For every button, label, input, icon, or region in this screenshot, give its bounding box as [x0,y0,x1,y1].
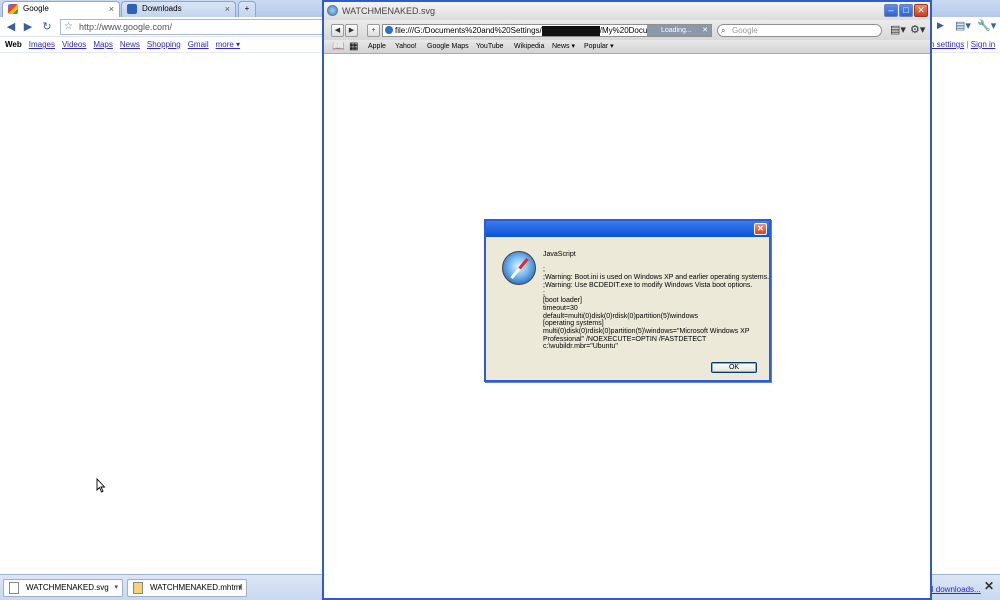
search-settings-link[interactable]: h settings [930,40,964,49]
reload-button[interactable]: ↻ [38,17,56,37]
globe-icon [385,26,393,34]
safari-compass-icon [502,251,536,285]
forward-arrow-icon[interactable]: ▶ [937,20,944,31]
stop-loading-icon[interactable]: ✕ [702,25,708,36]
page-menu-icon[interactable]: ▤▾ [955,19,971,32]
nav-shopping[interactable]: Shopping [147,40,181,49]
url-suffix: /My%20Docum [599,26,654,35]
close-tab-icon[interactable]: × [225,2,230,16]
nav-web[interactable]: Web [5,40,22,49]
show-all-downloads-link[interactable]: ll downloads... [930,585,981,594]
download-item[interactable]: WATCHMENAKED.mhtml ▾ [127,579,247,597]
book-icon[interactable]: 📖 [332,40,344,54]
sign-in-link[interactable]: Sign in [971,40,995,49]
address-bar[interactable]: file:///G:/Documents%20and%20Settings/ /M… [382,24,712,37]
nav-images[interactable]: Images [29,40,55,49]
dropdown-arrow-icon[interactable]: ▾ [114,580,118,596]
loading-label: Loading... [661,27,692,34]
forward-arrow-icon: ▶ [23,21,33,33]
close-shelf-icon[interactable]: ✕ [984,579,994,593]
nav-videos[interactable]: Videos [62,40,86,49]
wrench-menu-icon[interactable]: 🔧▾ [977,19,996,32]
dialog-body: ; ;Warning: Boot.ini is used on Windows … [543,266,770,351]
safari-title-bar: WATCHMENAKED.svg – □ ✕ [324,2,930,20]
bookmark-youtube[interactable]: YouTube [476,40,504,54]
search-placeholder: Google [732,26,758,35]
google-favicon-icon [8,4,18,14]
omnibox[interactable]: ☆ http://www.google.com/ [60,19,330,35]
star-icon[interactable]: ☆ [64,20,73,34]
nav-maps[interactable]: Maps [93,40,113,49]
new-tab-button[interactable]: + [238,1,256,17]
bookmark-popular[interactable]: Popular ▾ [584,40,614,54]
safari-toolbar: ◀ ▶ + file:///G:/Documents%20and%20Setti… [324,20,930,40]
forward-button[interactable]: ▶ [19,17,37,37]
forward-arrow-icon: ▶ [348,27,355,34]
gear-icon[interactable]: ⚙▾ [910,23,925,36]
bookmark-yahoo[interactable]: Yahoo! [395,40,417,54]
tab-downloads[interactable]: Downloads × [121,1,236,17]
back-arrow-icon: ◀ [334,27,341,34]
dialog-title-bar: ✕ [486,221,769,237]
tab-label: Google [23,4,49,13]
back-button[interactable]: ◀ [331,24,344,37]
google-right-links: h settings | Sign in [930,38,995,52]
add-bookmark-button[interactable]: + [367,24,380,37]
downloads-favicon-icon [127,4,137,14]
close-window-button[interactable]: ✕ [914,4,928,17]
download-item[interactable]: WATCHMENAKED.svg ▾ [3,579,123,597]
file-icon [9,582,19,594]
plus-icon: + [371,27,376,34]
tab-google[interactable]: Google × [2,1,120,17]
loading-indicator: Loading... ✕ [647,25,711,36]
window-title: WATCHMENAKED.svg [342,6,436,16]
nav-news[interactable]: News [120,40,140,49]
grid-icon[interactable]: ▦ [349,40,358,54]
maximize-button[interactable]: □ [899,4,913,17]
javascript-alert-dialog: ✕ JavaScript ; ;Warning: Boot.ini is use… [484,219,771,382]
dropdown-arrow-icon[interactable]: ▾ [238,580,242,596]
page-menu-icon[interactable]: ▤▾ [890,23,906,36]
google-nav-bar: Web Images Videos Maps News Shopping Gmail more… [0,38,330,52]
bookmark-google-maps[interactable]: Google Maps [427,40,469,54]
bookmark-wikipedia[interactable]: Wikipedia [514,40,544,54]
link-separator: | [966,40,969,49]
bookmarks-bar: 📖 ▦ Apple Yahoo! Google Maps YouTube Wik… [324,40,930,54]
search-icon: ⌕ [721,26,726,35]
back-arrow-icon: ◀ [6,21,16,33]
close-tab-icon[interactable]: × [109,2,114,16]
back-button[interactable]: ◀ [2,17,20,37]
nav-more[interactable]: more ▾ [216,40,240,49]
url-prefix: file:///G:/Documents%20and%20Settings/ [395,26,542,35]
search-field[interactable]: ⌕ Google [717,24,882,37]
ok-button[interactable]: OK [711,362,757,373]
tab-label: Downloads [142,4,182,13]
nav-gmail[interactable]: Gmail [188,40,209,49]
download-filename: WATCHMENAKED.svg [26,583,109,592]
close-dialog-button[interactable]: ✕ [754,223,767,235]
dialog-heading: JavaScript [543,251,576,258]
safari-compass-icon [327,5,338,16]
download-filename: WATCHMENAKED.mhtml [150,583,242,592]
file-icon [133,582,143,594]
reload-icon: ↻ [42,21,52,33]
bookmark-apple[interactable]: Apple [368,40,386,54]
redacted-block [541,25,600,36]
minimize-button[interactable]: – [884,4,898,17]
dialog-message: JavaScript ; ;Warning: Boot.ini is used … [543,251,769,351]
omnibox-value: http://www.google.com/ [79,22,173,32]
bookmark-news[interactable]: News ▾ [552,40,575,54]
mouse-cursor-icon [96,478,106,493]
forward-button[interactable]: ▶ [345,24,358,37]
